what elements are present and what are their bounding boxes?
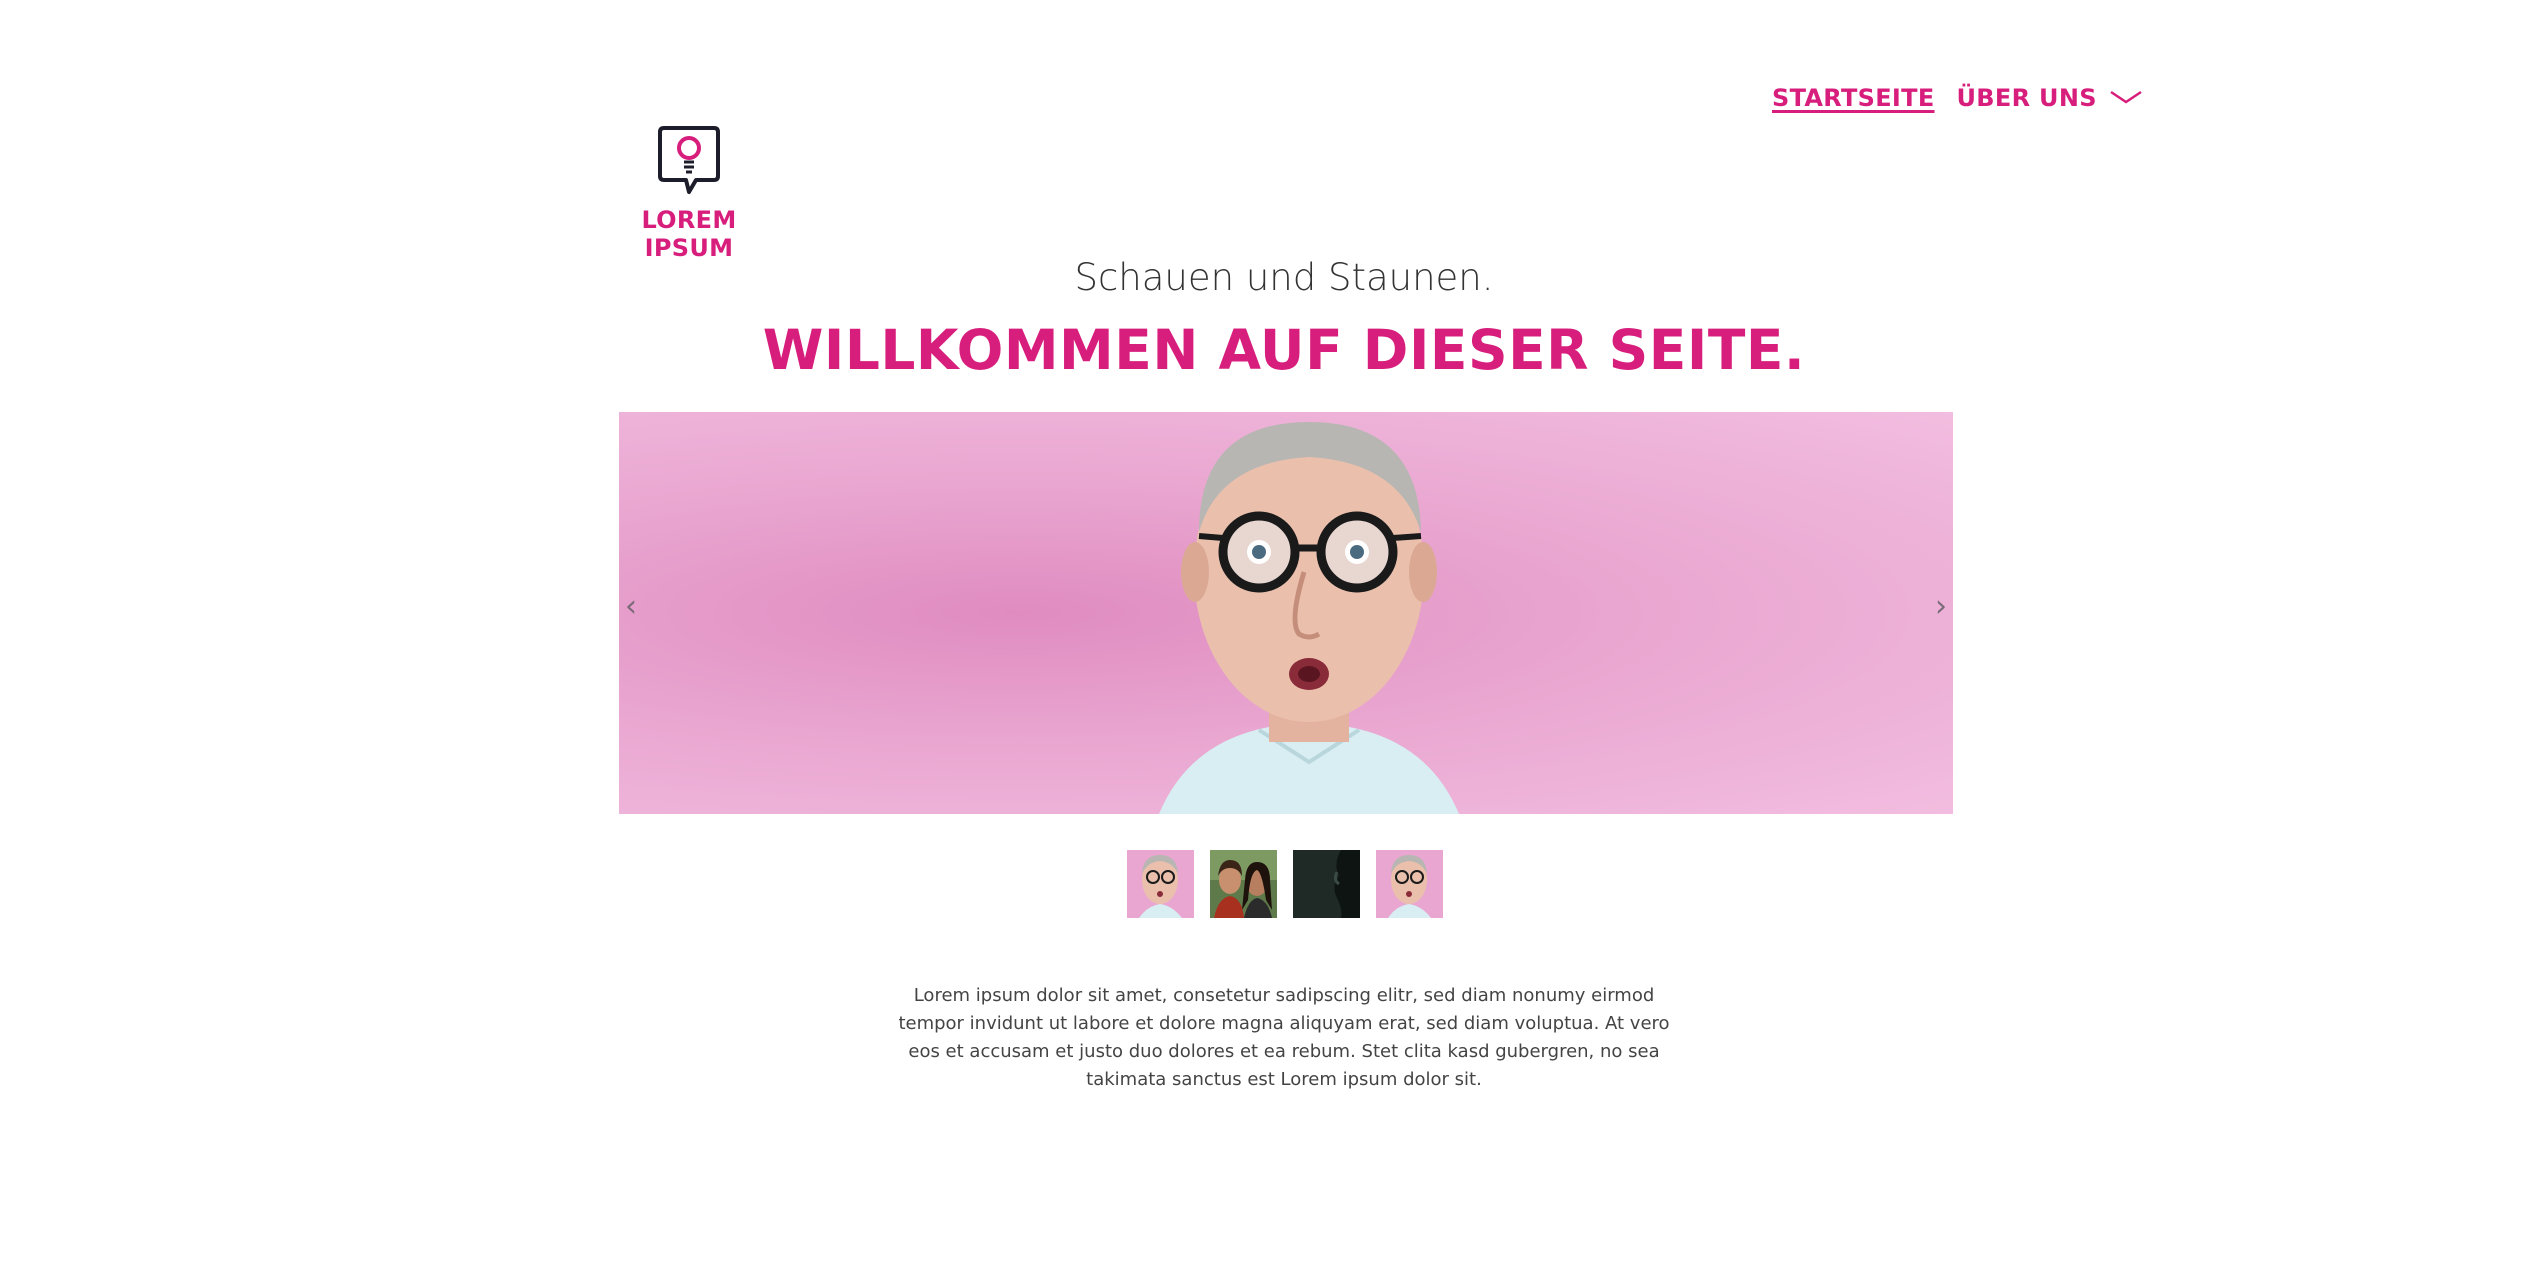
hero-subtitle: Schauen und Staunen.	[1074, 256, 1494, 299]
thumbnail-2[interactable]	[1210, 850, 1277, 918]
image-slider: ‹ ›	[619, 412, 1953, 814]
thumbnail-image	[1210, 850, 1277, 918]
thumbnail-image	[1127, 850, 1194, 918]
thumbnail-image	[1293, 850, 1360, 918]
slider-prev-arrow[interactable]: ‹	[625, 592, 637, 622]
slide-image	[1159, 422, 1459, 814]
lightbulb-speech-bubble-icon	[658, 126, 720, 194]
slider-thumbnails	[1127, 850, 1443, 918]
nav-item-ueber-uns[interactable]: ÜBER UNS	[1957, 84, 2097, 112]
thumbnail-4[interactable]	[1376, 850, 1443, 918]
intro-paragraph: Lorem ipsum dolor sit amet, consetetur s…	[898, 985, 1670, 1090]
hero-title: WILLKOMMEN AUF DIESER SEITE.	[762, 318, 1806, 382]
nav-item-startseite[interactable]: STARTSEITE	[1772, 84, 1935, 112]
site-logo[interactable]: LOREM IPSUM	[600, 124, 778, 262]
chevron-down-icon[interactable]	[2109, 88, 2143, 108]
logo-text: LOREM IPSUM	[641, 206, 737, 262]
thumbnail-3[interactable]	[1293, 850, 1360, 918]
thumbnail-image	[1376, 850, 1443, 918]
slider-next-arrow[interactable]: ›	[1935, 592, 1947, 622]
thumbnail-1[interactable]	[1127, 850, 1194, 918]
main-nav: STARTSEITE ÜBER UNS	[1772, 84, 2143, 112]
